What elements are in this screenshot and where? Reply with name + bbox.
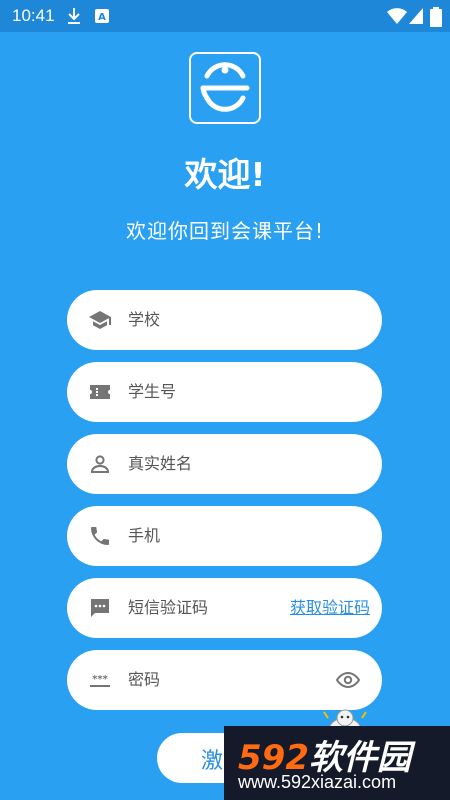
svg-text:A: A: [98, 12, 106, 23]
get-code-link[interactable]: 获取验证码: [290, 578, 370, 638]
person-icon: [90, 455, 110, 473]
sms-code-field[interactable]: 短信验证码 获取验证码: [67, 578, 382, 638]
password-icon: ***: [90, 674, 110, 687]
status-bar: 10:41 A: [0, 0, 450, 32]
app-logo-icon: [200, 62, 250, 112]
real-name-placeholder: 真实姓名: [128, 454, 193, 473]
eye-icon[interactable]: [336, 668, 360, 692]
password-field[interactable]: *** 密码: [67, 650, 382, 710]
battery-icon: [430, 7, 442, 27]
watermark-banner: 592软件园 www.592xiazai.com: [224, 726, 450, 800]
school-field[interactable]: 学校: [67, 290, 382, 350]
real-name-field[interactable]: 真实姓名: [67, 434, 382, 494]
welcome-subtitle: 欢迎你回到会课平台!: [125, 219, 325, 243]
app-logo: [189, 52, 261, 124]
phone-placeholder: 手机: [128, 526, 161, 545]
phone-icon: [91, 527, 109, 545]
status-time: 10:41: [12, 6, 55, 25]
wifi-icon: [387, 8, 407, 24]
student-id-placeholder: 学生号: [128, 382, 177, 401]
sms-code-placeholder: 短信验证码: [128, 598, 209, 617]
signal-icon: [409, 8, 423, 24]
graduation-cap-icon: [89, 311, 111, 329]
a-notification-icon: A: [95, 9, 109, 23]
ticket-icon: [90, 385, 110, 399]
download-icon: [68, 8, 80, 24]
password-placeholder: 密码: [128, 670, 161, 689]
phone-field[interactable]: 手机: [67, 506, 382, 566]
student-id-field[interactable]: 学生号: [67, 362, 382, 422]
svg-text:***: ***: [92, 674, 108, 685]
sms-icon: [91, 599, 109, 617]
activate-button-label: 激: [201, 749, 224, 774]
watermark-url: www.592xiazai.com: [238, 772, 397, 792]
school-placeholder: 学校: [128, 310, 161, 329]
welcome-title: 欢迎!: [184, 155, 266, 194]
